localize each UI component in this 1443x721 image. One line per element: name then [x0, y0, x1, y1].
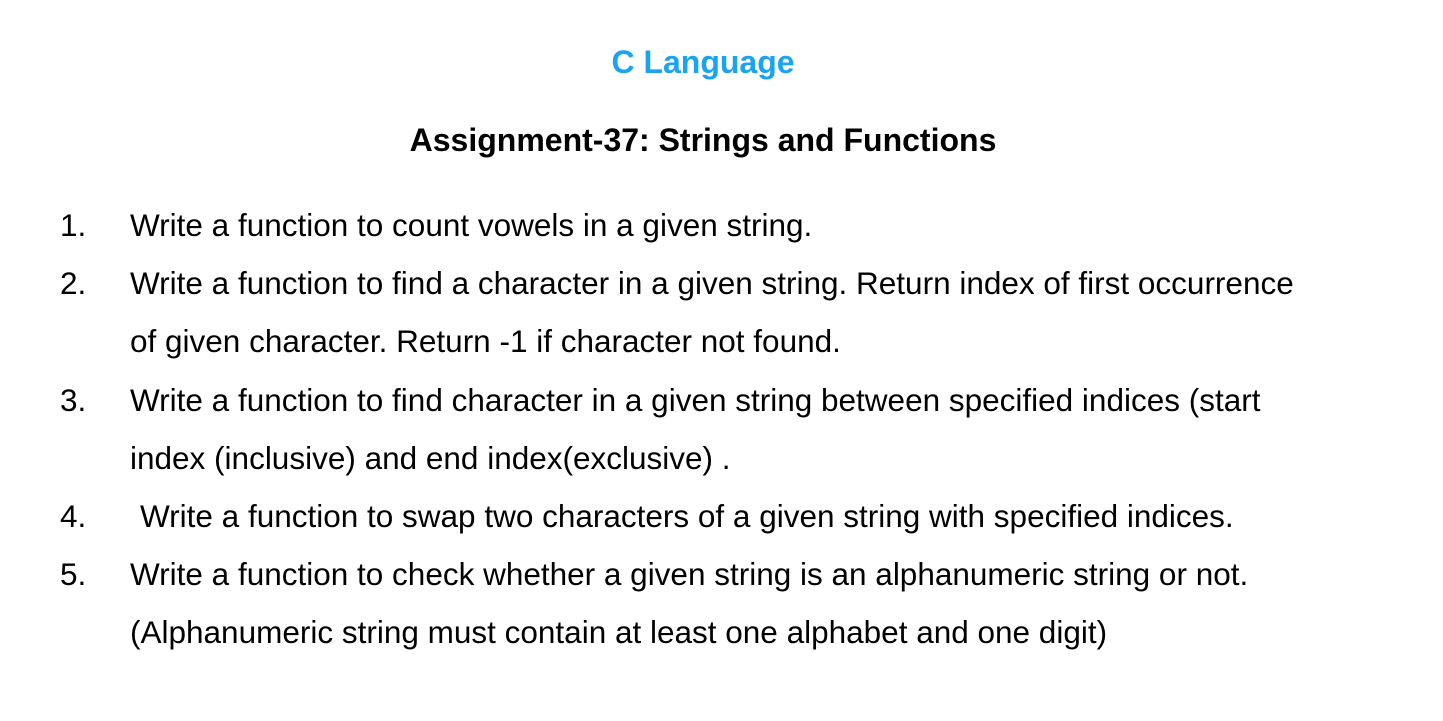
- task-text-line: (Alphanumeric string must contain at lea…: [130, 614, 1108, 651]
- course-title: C Language: [611, 44, 795, 80]
- task-number: 4.: [60, 498, 87, 535]
- assignment-title: Assignment-37: Strings and Functions: [409, 122, 997, 158]
- task-item-1: 1. Write a function to count vowels in a…: [0, 196, 1443, 254]
- task-text: Write a function to check whether a give…: [130, 545, 1390, 661]
- task-text-line: Write a function to check whether a give…: [130, 556, 1249, 593]
- task-text-line: Write a function to find character in a …: [130, 381, 1261, 418]
- task-text-line: Write a function to swap two characters …: [140, 498, 1234, 535]
- task-number: 3.: [60, 381, 87, 418]
- task-item-4: 4. Write a function to swap two characte…: [0, 487, 1443, 545]
- task-text-line: Write a function to find a character in …: [130, 265, 1294, 302]
- task-text-line: index (inclusive) and end index(exclusiv…: [130, 439, 731, 476]
- task-text: Write a function to swap two characters …: [130, 487, 1400, 545]
- task-item-3: 3. Write a function to find character in…: [0, 371, 1443, 487]
- task-item-2: 2. Write a function to find a character …: [0, 254, 1443, 370]
- task-text-line: Write a function to count vowels in a gi…: [130, 207, 813, 243]
- task-list: 1. Write a function to count vowels in a…: [0, 196, 1443, 662]
- task-item-5: 5. Write a function to check whether a g…: [0, 545, 1443, 661]
- task-number: 2.: [60, 265, 87, 302]
- task-text: Write a function to find character in a …: [130, 371, 1390, 487]
- task-text: Write a function to count vowels in a gi…: [130, 196, 1390, 254]
- task-number: 5.: [60, 556, 87, 593]
- task-number: 1.: [60, 207, 87, 243]
- task-text: Write a function to find a character in …: [130, 254, 1390, 370]
- task-text-line: of given character. Return -1 if charact…: [130, 323, 841, 360]
- document-page: C Language Assignment-37: Strings and Fu…: [0, 0, 1443, 721]
